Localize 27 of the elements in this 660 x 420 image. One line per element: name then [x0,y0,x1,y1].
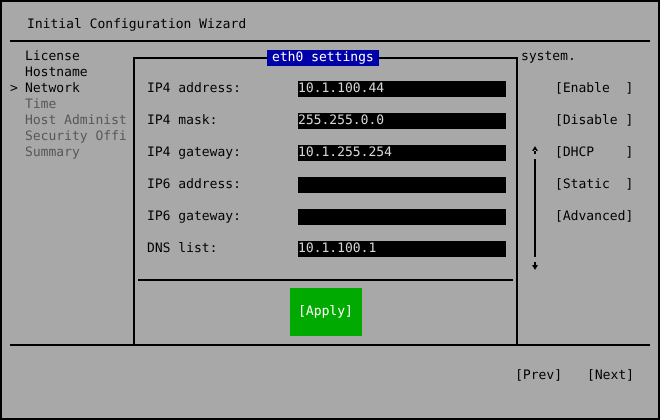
field-label: IP6 address: [147,177,242,193]
input-field[interactable]: 10.1.255.254 [298,145,506,161]
description-text: system. [521,49,576,65]
input-field[interactable]: 10.1.100.1 [298,241,506,257]
nav-button[interactable]: [Prev] [515,368,562,384]
field-label: DNS list: [147,241,218,257]
scrollbar[interactable] [530,145,540,271]
option-button[interactable]: [Advanced] [555,209,634,225]
option-button[interactable]: [Static ] [555,177,634,193]
dialog-title: eth0 settings [267,50,379,66]
input-field[interactable] [298,209,506,225]
nav-button[interactable]: [Next] [587,368,634,384]
option-button[interactable]: [DHCP ] [555,145,634,161]
input-field[interactable]: 10.1.100.44 [298,81,506,97]
selected-marker: > [10,81,19,97]
sidebar-item[interactable]: Hostname [25,65,88,81]
field-label: IP4 mask: [147,113,218,129]
field-label: IP6 gateway: [147,209,242,225]
input-field[interactable]: 255.255.0.0 [298,113,506,129]
window-title: Initial Configuration Wizard [26,16,246,33]
option-button[interactable]: [Disable ] [555,113,634,129]
input-field[interactable] [298,177,506,193]
sidebar-item[interactable]: License [25,49,80,65]
option-button[interactable]: [Enable ] [555,81,634,97]
sidebar-item[interactable]: Network [25,81,80,97]
field-label: IP4 gateway: [147,145,242,161]
field-label: IP4 address: [147,81,242,97]
